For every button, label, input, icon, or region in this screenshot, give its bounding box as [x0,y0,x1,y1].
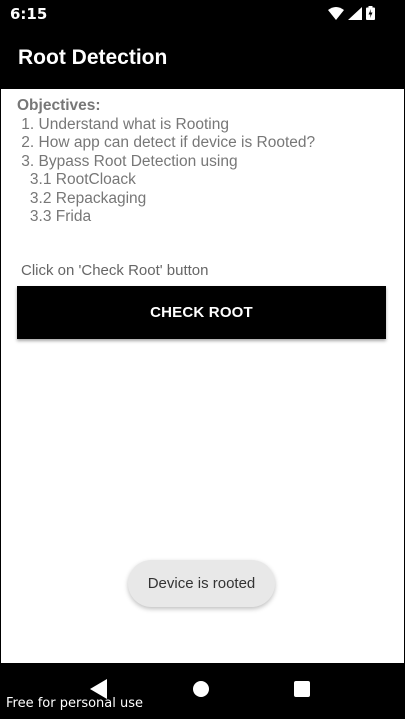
objective-item: 1. Understand what is Rooting [17,115,229,133]
cell-signal-icon [348,6,362,20]
battery-charging-icon [366,6,375,20]
objectives-block: Objectives: 1. Understand what is Rootin… [17,97,315,227]
status-icons [328,6,375,20]
objective-subitem: 3.2 Repackaging [17,189,147,207]
toast-message: Device is rooted [128,560,275,607]
objective-item: 3. Bypass Root Detection using [17,152,238,170]
objective-subitem: 3.1 RootCloack [17,171,136,188]
app-bar: Root Detection [0,28,405,89]
home-icon[interactable] [193,681,209,697]
instruction-text: Click on 'Check Root' button [21,262,209,279]
recents-icon[interactable] [294,681,310,697]
watermark-text: Free for personal use [6,696,144,711]
status-bar: 6:15 [0,0,405,28]
main-content: Objectives: 1. Understand what is Rootin… [1,89,404,663]
check-root-button[interactable]: CHECK ROOT [17,286,386,339]
objectives-heading: Objectives: [17,97,101,114]
status-time: 6:15 [10,5,48,23]
objective-item: 2. How app can detect if device is Roote… [17,134,316,151]
app-title: Root Detection [18,46,168,69]
wifi-icon [328,6,344,20]
objective-subitem: 3.3 Frida [17,208,92,225]
